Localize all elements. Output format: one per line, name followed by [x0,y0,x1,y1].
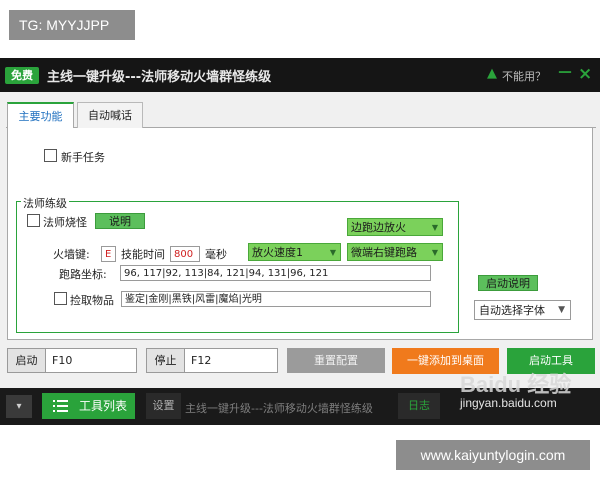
font-select[interactable]: 自动选择字体 ▼ [474,300,571,320]
stop-label: 停止 [147,349,185,372]
log-button[interactable]: 日志 [398,393,440,419]
fire-speed-dropdown-value: 放火速度1 [252,246,303,259]
warning-icon[interactable]: ▲ [487,67,501,81]
right-click-run-dropdown-value: 微端右键跑路 [351,246,417,259]
window-title: 主线一键升级---法师移动火墙群怪练级 [47,70,272,85]
minimize-button[interactable]: － [557,65,573,82]
firewall-key-input[interactable]: E [101,246,116,262]
pickup-items-input[interactable]: 鉴定|金刚|黑铁|风雷|魔焰|光明 [121,291,431,307]
path-coords-label: 跑路坐标: [59,268,107,281]
baidu-watermark-url: jingyan.baidu.com [460,396,557,410]
run-burn-dropdown-value: 边跑边放火 [351,221,406,234]
settings-button[interactable]: 设置 [146,393,181,419]
tab-auto-shout[interactable]: 自动喊话 [77,102,143,129]
chevron-down-icon: ▼ [329,248,336,257]
burn-monsters-checkbox[interactable] [27,214,40,227]
right-click-run-dropdown[interactable]: 微端右键跑路 ▼ [347,243,443,261]
reset-config-button[interactable]: 重置配置 [287,348,385,373]
tg-watermark-badge: TG: MYYJJPP [9,10,135,40]
baidu-watermark: Baidu 经验 [460,372,572,397]
tool-list-button[interactable]: 工具列表 [42,393,135,419]
close-button[interactable]: × [578,66,592,83]
newbie-task-checkbox[interactable] [44,149,57,162]
free-badge: 免费 [5,67,39,84]
bottom-title: 主线一键升级---法师移动火墙群怪练级 [185,402,373,415]
fire-speed-dropdown[interactable]: 放火速度1 ▼ [248,243,341,261]
chevron-down-icon: ▼ [558,305,565,315]
explain-button[interactable]: 说明 [95,213,145,229]
run-burn-dropdown[interactable]: 边跑边放火 ▼ [347,218,443,236]
stop-hotkey-field[interactable]: 停止 F12 [146,348,278,373]
tool-list-label: 工具列表 [79,399,128,413]
pickup-items-label: 捡取物品 [70,294,114,307]
start-explain-button[interactable]: 启动说明 [478,275,538,291]
expand-button[interactable]: ▾ [6,395,32,418]
ms-label: 毫秒 [205,248,227,261]
help-link[interactable]: 不能用？ [502,68,546,84]
start-label: 启动 [8,349,46,372]
start-key-value: F10 [52,354,73,367]
burn-monsters-label: 法师烧怪 [43,216,87,229]
skill-time-label: 技能时间 [121,248,165,261]
path-coords-input[interactable]: 96, 117|92, 113|84, 121|94, 131|96, 121 [120,265,431,281]
stop-key-value: F12 [191,354,212,367]
title-bar: 免费 主线一键升级---法师移动火墙群怪练级 ▲ 不能用？ － × [0,58,600,92]
font-select-value: 自动选择字体 [479,304,545,317]
pickup-items-checkbox[interactable] [54,292,67,305]
mage-leveling-group-title: 法师练级 [21,195,69,211]
list-icon [53,400,68,412]
newbie-task-label: 新手任务 [61,151,105,164]
skill-time-input[interactable]: 800 [170,246,200,262]
chevron-down-icon: ▼ [431,223,438,232]
site-url-badge: www.kaiyuntylogin.com [396,440,590,470]
firewall-key-label: 火墙键: [53,248,90,261]
chevron-down-icon: ▼ [431,248,438,257]
start-hotkey-field[interactable]: 启动 F10 [7,348,137,373]
tab-main-functions[interactable]: 主要功能 [7,102,74,129]
